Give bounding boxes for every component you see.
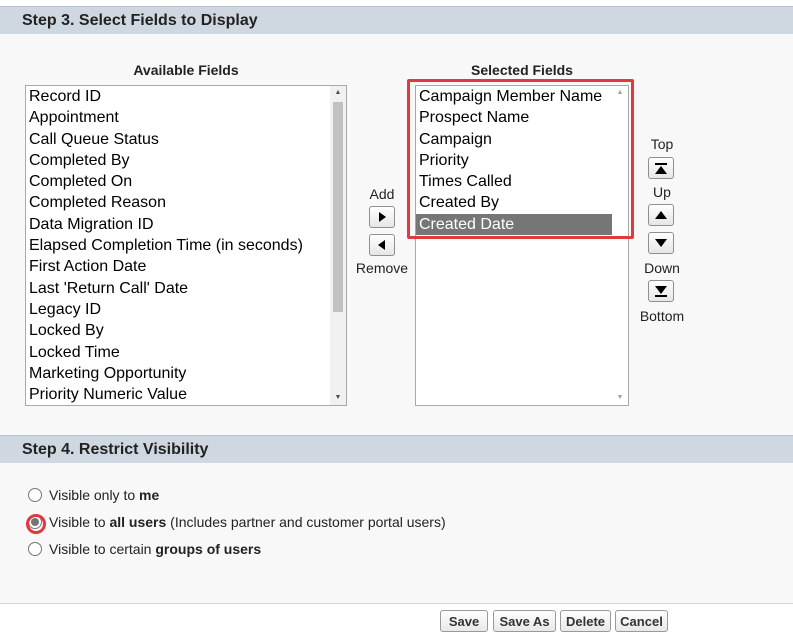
move-bottom-icon (655, 285, 667, 297)
move-up-button[interactable] (648, 204, 674, 226)
label-bold: me (139, 487, 160, 503)
visibility-option-label: Visible to all users (Includes partner a… (49, 514, 446, 530)
available-field-option[interactable]: Call Queue Status (26, 129, 346, 150)
remove-label: Remove (355, 260, 409, 276)
remove-button[interactable] (369, 234, 395, 256)
available-field-option[interactable]: Locked By (26, 320, 346, 341)
available-fields-options: Record ID Appointment Call Queue Status Com… (26, 86, 346, 405)
available-field-option[interactable]: Completed By (26, 150, 346, 171)
cancel-button[interactable]: Cancel (615, 610, 668, 632)
move-down-button[interactable] (648, 232, 674, 254)
triangle-up-icon (655, 211, 667, 219)
step4-header: Step 4. Restrict Visibility (0, 435, 793, 463)
delete-button[interactable]: Delete (560, 610, 611, 632)
step4-title: Step 4. Restrict Visibility (22, 441, 209, 458)
available-field-option[interactable]: Completed Reason (26, 192, 346, 213)
step3-title: Step 3. Select Fields to Display (22, 12, 258, 29)
radio-button[interactable] (28, 488, 42, 502)
available-fields-listbox[interactable]: Record ID Appointment Call Queue Status Com… (25, 85, 347, 406)
visibility-option-1[interactable]: Visible to all users (Includes partner a… (28, 514, 446, 530)
save-as-button[interactable]: Save As (493, 610, 556, 632)
available-field-option[interactable]: Priority Numeric Value (26, 384, 346, 405)
selected-radio-highlight (26, 514, 46, 534)
available-field-option[interactable]: Appointment (26, 107, 346, 128)
scroll-down-icon[interactable]: ▼ (330, 391, 346, 405)
move-top-icon (655, 162, 667, 174)
add-label: Add (369, 186, 395, 202)
footer-divider (0, 603, 793, 604)
available-field-option[interactable]: Locked Time (26, 342, 346, 363)
available-field-option[interactable]: Legacy ID (26, 299, 346, 320)
label-prefix: Visible to certain (49, 541, 156, 557)
label-bold: all users (109, 514, 167, 530)
add-button[interactable] (369, 206, 395, 228)
visibility-option-2[interactable]: Visible to certain groups of users (28, 541, 261, 557)
label-prefix: Visible only to (49, 487, 140, 503)
label-prefix: Visible to (49, 514, 110, 530)
move-top-button[interactable] (648, 157, 674, 179)
triangle-left-icon (378, 240, 385, 250)
visibility-option-label: Visible to certain groups of users (49, 541, 261, 557)
available-field-option[interactable]: Completed On (26, 171, 346, 192)
visibility-option-0[interactable]: Visible only to me (28, 487, 159, 503)
bottom-label: Bottom (639, 308, 685, 324)
scroll-up-icon[interactable]: ▲ (330, 86, 346, 100)
step4-body (0, 463, 793, 603)
available-field-option[interactable]: Record ID (26, 86, 346, 107)
available-field-option[interactable]: Data Migration ID (26, 214, 346, 235)
label-bold: groups of users (155, 541, 262, 557)
up-label: Up (653, 184, 671, 200)
top-label: Top (650, 136, 674, 152)
available-field-option[interactable]: Marketing Opportunity (26, 363, 346, 384)
available-fields-scrollbar[interactable]: ▲ ▼ (330, 86, 346, 405)
visibility-option-label: Visible only to me (49, 487, 159, 503)
down-label: Down (644, 260, 680, 276)
available-field-option[interactable]: Elapsed Completion Time (in seconds) (26, 235, 346, 256)
scroll-thumb[interactable] (333, 102, 343, 312)
available-field-option[interactable]: Last 'Return Call' Date (26, 278, 346, 299)
selected-fields-highlight (407, 79, 634, 239)
label-suffix: (Includes partner and customer portal us… (166, 514, 446, 530)
scroll-down-icon[interactable]: ▼ (612, 391, 628, 405)
step3-header: Step 3. Select Fields to Display (0, 6, 793, 34)
triangle-right-icon (379, 212, 386, 222)
triangle-down-icon (655, 239, 667, 247)
selected-fields-label: Selected Fields (471, 62, 573, 78)
radio-button[interactable] (28, 542, 42, 556)
available-fields-label: Available Fields (133, 62, 239, 78)
move-bottom-button[interactable] (648, 280, 674, 302)
available-field-option[interactable]: First Action Date (26, 256, 346, 277)
save-button[interactable]: Save (440, 610, 488, 632)
